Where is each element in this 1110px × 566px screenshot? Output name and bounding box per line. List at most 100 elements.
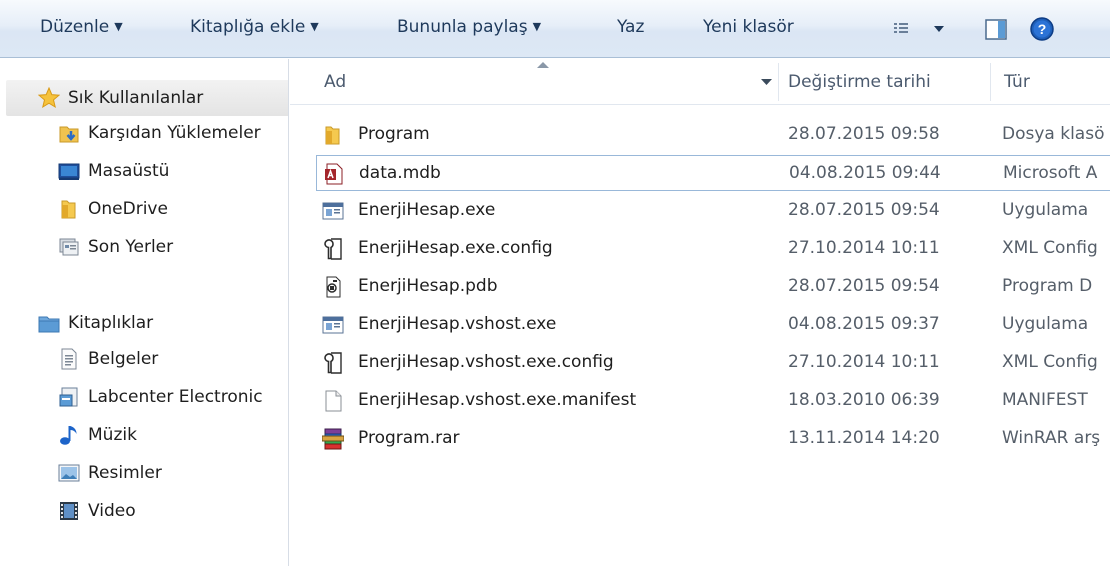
organize-label: Düzenle xyxy=(40,17,110,37)
chevron-down-icon: ▼ xyxy=(114,20,123,33)
nav-favorites[interactable]: Sık Kullanılanlar xyxy=(38,85,203,111)
star-icon xyxy=(38,87,60,109)
column-divider[interactable] xyxy=(990,63,991,101)
file-row[interactable]: EnerjiHesap.pdb 28.07.2015 09:54 Program D xyxy=(316,269,1110,305)
file-row[interactable]: data.mdb 04.08.2015 09:44 Microsoft A xyxy=(316,155,1110,191)
file-date-modified: 27.10.2014 10:11 xyxy=(788,352,940,372)
file-row[interactable]: EnerjiHesap.vshost.exe.manifest 18.03.201… xyxy=(316,383,1110,419)
preview-pane-button[interactable] xyxy=(983,15,1011,43)
file-type: XML Config xyxy=(1002,238,1098,258)
nav-labcenter[interactable]: Labcenter Electronic xyxy=(58,384,263,410)
file-row[interactable]: Program.rar 13.11.2014 14:20 WinRAR arş xyxy=(316,421,1110,457)
file-row[interactable]: EnerjiHesap.vshost.exe 04.08.2015 09:37 Uy… xyxy=(316,307,1110,343)
nav-recent-places[interactable]: Son Yerler xyxy=(58,234,173,260)
config-icon xyxy=(322,352,344,374)
file-name: EnerjiHesap.pdb xyxy=(358,276,498,296)
file-date-modified: 28.07.2015 09:54 xyxy=(788,276,940,296)
include-in-library-button[interactable]: Kitaplığa ekle ▼ xyxy=(190,17,319,43)
organize-button[interactable]: Düzenle ▼ xyxy=(40,17,123,43)
application-icon xyxy=(322,314,344,336)
folder-icon xyxy=(58,198,80,220)
downloads-icon xyxy=(58,122,80,144)
winrar-icon xyxy=(322,428,344,450)
libraries-icon xyxy=(38,312,60,334)
view-options-icon xyxy=(894,23,944,33)
nav-item-label: Belgeler xyxy=(88,349,159,369)
new-folder-label: Yeni klasör xyxy=(703,17,794,37)
column-divider[interactable] xyxy=(778,63,779,101)
column-type[interactable]: Tür xyxy=(1004,72,1030,92)
access-db-icon xyxy=(323,163,345,185)
nav-item-label: Müzik xyxy=(88,425,137,445)
libraries-label: Kitaplıklar xyxy=(68,313,154,333)
file-type: Program D xyxy=(1002,276,1093,296)
file-name: EnerjiHesap.exe xyxy=(358,200,496,220)
file-name: Program.rar xyxy=(358,428,460,448)
file-type: Uygulama xyxy=(1002,200,1089,220)
file-date-modified: 04.08.2015 09:44 xyxy=(789,163,941,183)
help-button[interactable]: ? xyxy=(1028,15,1058,43)
video-icon xyxy=(58,500,80,522)
column-date-modified[interactable]: Değiştirme tarihi xyxy=(788,72,931,92)
share-with-label: Bununla paylaş xyxy=(397,17,528,37)
view-options-button[interactable] xyxy=(892,15,952,43)
nav-video[interactable]: Video xyxy=(58,498,136,524)
desktop-icon xyxy=(58,160,80,182)
help-icon: ? xyxy=(1030,17,1054,41)
nav-downloads[interactable]: Karşıdan Yüklemeler xyxy=(58,120,261,146)
library-icon xyxy=(58,386,80,408)
file-type: Dosya klasö xyxy=(1002,124,1105,144)
nav-music[interactable]: Müzik xyxy=(58,422,137,448)
file-name: EnerjiHesap.vshost.exe.config xyxy=(358,352,614,372)
application-icon xyxy=(322,200,344,222)
nav-item-label: Karşıdan Yüklemeler xyxy=(88,123,261,143)
nav-desktop[interactable]: Masaüstü xyxy=(58,158,169,184)
file-row[interactable]: EnerjiHesap.exe 28.07.2015 09:54 Uygulama xyxy=(316,193,1110,229)
svg-text:?: ? xyxy=(1038,21,1047,37)
favorites-label: Sık Kullanılanlar xyxy=(68,88,204,108)
file-date-modified: 18.03.2010 06:39 xyxy=(788,390,940,410)
new-folder-button[interactable]: Yeni klasör xyxy=(703,17,794,43)
share-with-button[interactable]: Bununla paylaş ▼ xyxy=(397,17,541,43)
nav-documents[interactable]: Belgeler xyxy=(58,346,158,372)
file-date-modified: 27.10.2014 10:11 xyxy=(788,238,940,258)
nav-onedrive[interactable]: OneDrive xyxy=(58,196,168,222)
nav-pictures[interactable]: Resimler xyxy=(58,460,162,486)
file-type: WinRAR arş xyxy=(1002,428,1101,448)
command-bar: Düzenle ▼ Kitaplığa ekle ▼ Bununla paylaş ▼… xyxy=(0,0,1110,58)
documents-icon xyxy=(58,348,80,370)
nav-item-label: Masaüstü xyxy=(88,161,170,181)
chevron-down-icon: ▼ xyxy=(532,20,542,33)
pdb-icon xyxy=(322,276,344,298)
file-type: Uygulama xyxy=(1002,314,1089,334)
nav-item-label: Video xyxy=(88,501,136,521)
file-date-modified: 28.07.2015 09:58 xyxy=(788,124,940,144)
file-type: Microsoft A xyxy=(1003,163,1098,183)
nav-item-label: Labcenter Electronic xyxy=(88,387,263,407)
burn-label: Yaz xyxy=(617,17,645,37)
file-icon xyxy=(322,390,344,412)
include-in-library-label: Kitaplığa ekle xyxy=(190,17,306,37)
chevron-down-icon: ▼ xyxy=(310,20,319,33)
music-icon xyxy=(58,424,80,446)
file-row[interactable]: Program 28.07.2015 09:58 Dosya klasö xyxy=(316,117,1110,153)
file-name: EnerjiHesap.exe.config xyxy=(358,238,553,258)
column-dropdown-icon[interactable] xyxy=(761,78,773,86)
nav-item-label: Resimler xyxy=(88,463,162,483)
file-name: EnerjiHesap.vshost.exe xyxy=(358,314,557,334)
navigation-pane: Sık Kullanılanlar Karşıdan Yüklemeler Ma… xyxy=(0,59,289,566)
sort-ascending-icon xyxy=(537,62,549,68)
file-date-modified: 04.08.2015 09:37 xyxy=(788,314,940,334)
file-row[interactable]: EnerjiHesap.vshost.exe.config 27.10.2014 … xyxy=(316,345,1110,381)
file-row[interactable]: EnerjiHesap.exe.config 27.10.2014 10:11 XM… xyxy=(316,231,1110,267)
file-date-modified: 28.07.2015 09:54 xyxy=(788,200,940,220)
burn-button[interactable]: Yaz xyxy=(617,17,644,43)
file-name: data.mdb xyxy=(359,163,441,183)
nav-libraries[interactable]: Kitaplıklar xyxy=(38,310,153,336)
nav-item-label: Son Yerler xyxy=(88,237,174,257)
file-name: EnerjiHesap.vshost.exe.manifest xyxy=(358,390,637,410)
nav-item-label: OneDrive xyxy=(88,199,168,219)
column-name[interactable]: Ad xyxy=(324,72,346,92)
file-list: Ad Değiştirme tarihi Tür Program 28.07.20… xyxy=(290,59,1110,566)
column-header-row: Ad Değiştirme tarihi Tür xyxy=(290,59,1110,105)
